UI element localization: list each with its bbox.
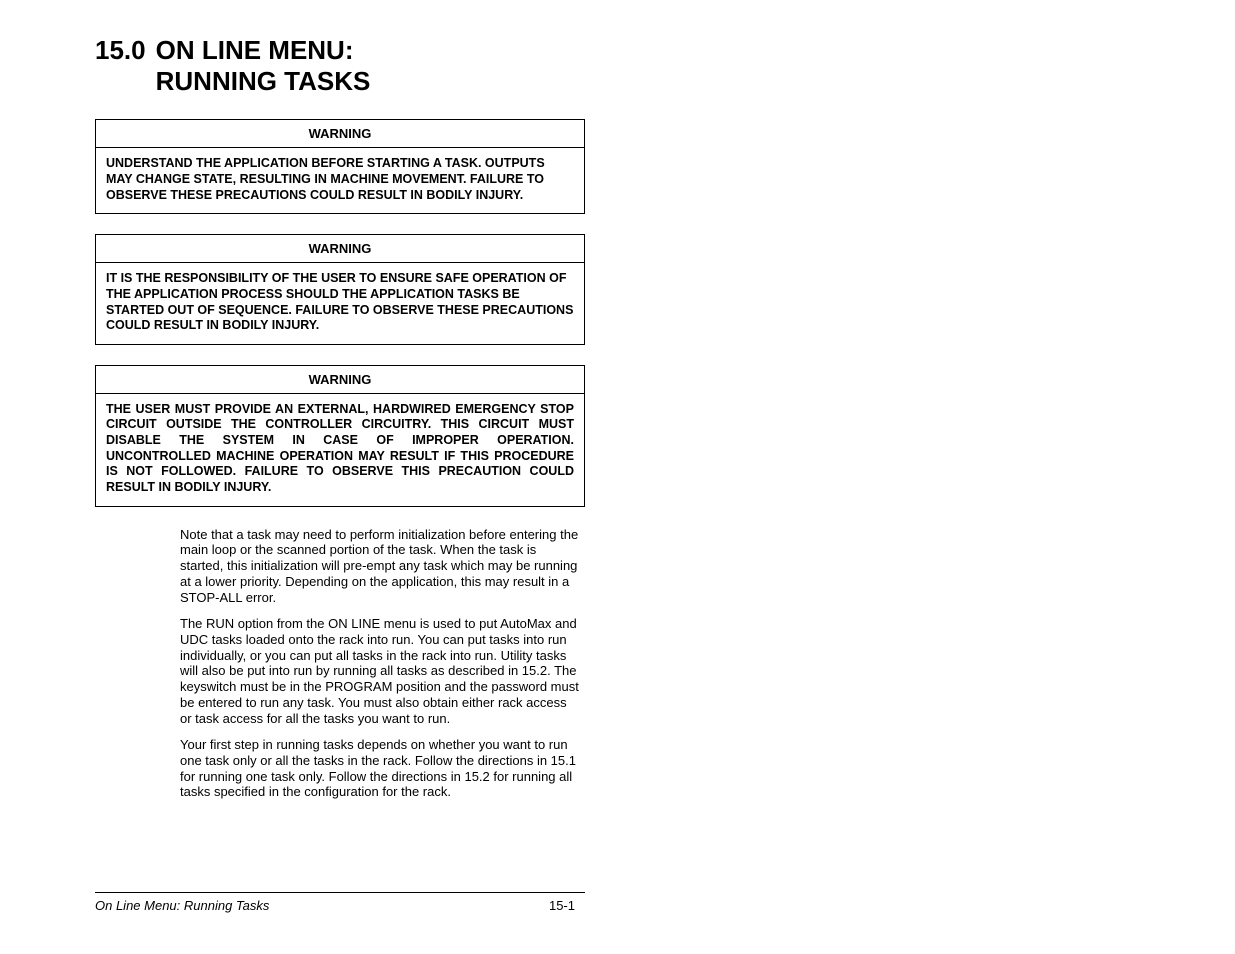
section-header: 15.0 ON LINE MENU: RUNNING TASKS bbox=[95, 35, 585, 97]
section-title: ON LINE MENU: RUNNING TASKS bbox=[156, 35, 371, 97]
warning-label: WARNING bbox=[96, 235, 584, 263]
warning-label: WARNING bbox=[96, 366, 584, 394]
warning-label: WARNING bbox=[96, 120, 584, 148]
title-line-2: RUNNING TASKS bbox=[156, 66, 371, 96]
warning-text: UNDERSTAND THE APPLICATION BEFORE STARTI… bbox=[96, 148, 584, 213]
warning-text: THE USER MUST PROVIDE AN EXTERNAL, HARDW… bbox=[96, 394, 584, 506]
footer-title: On Line Menu: Running Tasks bbox=[95, 898, 269, 913]
body-text: Note that a task may need to perform ini… bbox=[180, 527, 580, 801]
title-line-1: ON LINE MENU: bbox=[156, 35, 354, 65]
warning-box-2: WARNING IT IS THE RESPONSIBILITY OF THE … bbox=[95, 234, 585, 345]
paragraph-1: Note that a task may need to perform ini… bbox=[180, 527, 580, 606]
warning-box-1: WARNING UNDERSTAND THE APPLICATION BEFOR… bbox=[95, 119, 585, 214]
page-content: 15.0 ON LINE MENU: RUNNING TASKS WARNING… bbox=[95, 35, 585, 810]
warning-text: IT IS THE RESPONSIBILITY OF THE USER TO … bbox=[96, 263, 584, 344]
page-number: 15-1 bbox=[549, 898, 575, 913]
page-footer: On Line Menu: Running Tasks 15-1 bbox=[95, 892, 585, 913]
warning-box-3: WARNING THE USER MUST PROVIDE AN EXTERNA… bbox=[95, 365, 585, 507]
section-number: 15.0 bbox=[95, 35, 146, 66]
paragraph-3: Your first step in running tasks depends… bbox=[180, 737, 580, 800]
paragraph-2: The RUN option from the ON LINE menu is … bbox=[180, 616, 580, 727]
